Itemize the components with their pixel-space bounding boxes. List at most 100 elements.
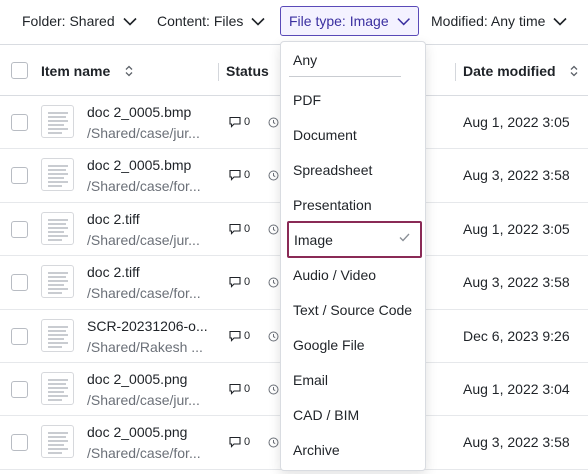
file-type-filter[interactable]: File type: Image [280, 6, 419, 36]
comment-count[interactable]: 0 [228, 169, 250, 181]
sort-icon[interactable] [569, 65, 579, 77]
file-name[interactable]: doc 2.tiff [87, 211, 140, 227]
column-date-modified-label: Date modified [463, 63, 556, 79]
file-thumbnail[interactable] [41, 158, 74, 192]
comment-count[interactable]: 0 [228, 383, 250, 395]
comment-count[interactable]: 0 [228, 436, 250, 448]
comment-icon [229, 223, 241, 235]
clock-icon [268, 331, 279, 342]
folder-filter[interactable]: Folder: Shared [22, 6, 137, 36]
comment-count-value: 0 [244, 329, 251, 342]
column-divider[interactable] [218, 63, 219, 81]
dropdown-option-label: Text / Source Code [293, 301, 413, 318]
dropdown-option-document[interactable]: Document [281, 118, 427, 151]
dropdown-option-spreadsheet[interactable]: Spreadsheet [281, 153, 427, 186]
date-modified: Aug 1, 2022 3:05 [463, 220, 570, 237]
file-path: /Shared/case/for... [87, 285, 201, 302]
file-path: /Shared/case/jur... [87, 231, 200, 248]
dropdown-option-label: Google File [293, 336, 365, 353]
content-filter[interactable]: Content: Files [157, 6, 265, 36]
file-name[interactable]: doc 2.tiff [87, 264, 140, 280]
row-checkbox[interactable] [11, 380, 28, 398]
row-checkbox[interactable] [11, 327, 28, 345]
dropdown-option-cad-bim[interactable]: CAD / BIM [281, 398, 427, 431]
comment-count-value: 0 [244, 169, 251, 182]
row-checkbox[interactable] [11, 274, 28, 292]
dropdown-option-any[interactable]: Any [289, 44, 401, 77]
file-name[interactable]: SCR-20231206-o... [87, 318, 208, 334]
sort-icon[interactable] [124, 65, 134, 77]
column-status[interactable]: Status [226, 63, 269, 79]
row-checkbox[interactable] [11, 167, 28, 185]
file-thumbnail[interactable] [41, 318, 74, 352]
dropdown-option-label: Image [294, 231, 333, 248]
file-name[interactable]: doc 2_0005.png [87, 371, 187, 387]
file-thumbnail[interactable] [41, 211, 74, 245]
clock-icon [268, 224, 279, 235]
chevron-down-icon [553, 17, 567, 26]
clock-icon [268, 277, 279, 288]
row-checkbox[interactable] [11, 220, 28, 238]
column-divider[interactable] [455, 63, 456, 81]
comment-count[interactable]: 0 [228, 116, 250, 128]
dropdown-option-label: Archive [293, 441, 340, 458]
file-thumbnail[interactable] [41, 371, 74, 405]
file-thumbnail[interactable] [41, 105, 74, 138]
comment-count-value: 0 [244, 116, 251, 128]
file-path: /Shared/case/jur... [87, 391, 200, 408]
chevron-down-icon [251, 17, 265, 26]
file-name[interactable]: doc 2_0005.png [87, 424, 187, 440]
column-item-name[interactable]: Item name [41, 63, 134, 79]
file-path: /Shared/case/for... [87, 445, 201, 462]
comment-icon [229, 330, 241, 342]
comment-icon [229, 383, 241, 395]
dropdown-option-label: PDF [293, 91, 321, 108]
date-modified: Aug 3, 2022 3:58 [463, 274, 570, 291]
comment-icon [229, 437, 241, 449]
comment-count-value: 0 [244, 436, 251, 449]
comment-count[interactable]: 0 [228, 276, 250, 288]
modified-filter-label: Modified: Any time [431, 13, 546, 29]
dropdown-option-image[interactable]: Image [287, 221, 422, 258]
column-status-label: Status [226, 63, 269, 79]
dropdown-option-email[interactable]: Email [281, 363, 427, 396]
date-modified: Dec 6, 2023 9:26 [463, 327, 570, 344]
dropdown-option-label: Document [293, 126, 357, 143]
file-name[interactable]: doc 2_0005.bmp [87, 104, 191, 120]
row-checkbox[interactable] [11, 434, 28, 452]
dropdown-option-text-source-code[interactable]: Text / Source Code [281, 293, 427, 326]
dropdown-option-archive[interactable]: Archive [281, 433, 427, 466]
comment-count-value: 0 [244, 382, 251, 395]
file-thumbnail[interactable] [41, 425, 74, 459]
filter-bar: Folder: Shared Content: Files File type:… [0, 0, 588, 44]
checkmark-icon [399, 233, 410, 242]
chevron-down-icon [123, 17, 137, 26]
dropdown-option-pdf[interactable]: PDF [281, 83, 427, 116]
column-date-modified[interactable]: Date modified [463, 63, 579, 79]
comment-count[interactable]: 0 [228, 330, 250, 342]
clock-icon [268, 117, 279, 128]
comment-icon [229, 170, 241, 182]
file-name[interactable]: doc 2_0005.bmp [87, 157, 191, 173]
file-path: /Shared/Rakesh ... [87, 338, 203, 355]
file-path: /Shared/case/jur... [87, 125, 200, 141]
comment-count-value: 0 [244, 222, 251, 235]
clock-icon [268, 384, 279, 395]
date-modified: Aug 1, 2022 3:05 [463, 114, 570, 130]
dropdown-option-label: Audio / Video [293, 266, 377, 283]
comment-count[interactable]: 0 [228, 223, 250, 235]
date-modified: Aug 3, 2022 3:58 [463, 167, 570, 184]
comment-icon [229, 277, 241, 288]
file-path: /Shared/case/for... [87, 178, 201, 195]
file-type-filter-label: File type: Image [289, 13, 389, 29]
comment-count-value: 0 [244, 276, 251, 289]
dropdown-option-presentation[interactable]: Presentation [281, 188, 427, 221]
modified-filter[interactable]: Modified: Any time [431, 6, 567, 36]
comment-icon [229, 116, 241, 128]
dropdown-option-google-file[interactable]: Google File [281, 328, 427, 361]
file-thumbnail[interactable] [41, 265, 74, 299]
select-all-checkbox[interactable] [11, 62, 28, 79]
row-checkbox[interactable] [11, 114, 28, 131]
dropdown-option-audio-video[interactable]: Audio / Video [281, 258, 427, 291]
dropdown-option-label: Any [293, 52, 318, 68]
